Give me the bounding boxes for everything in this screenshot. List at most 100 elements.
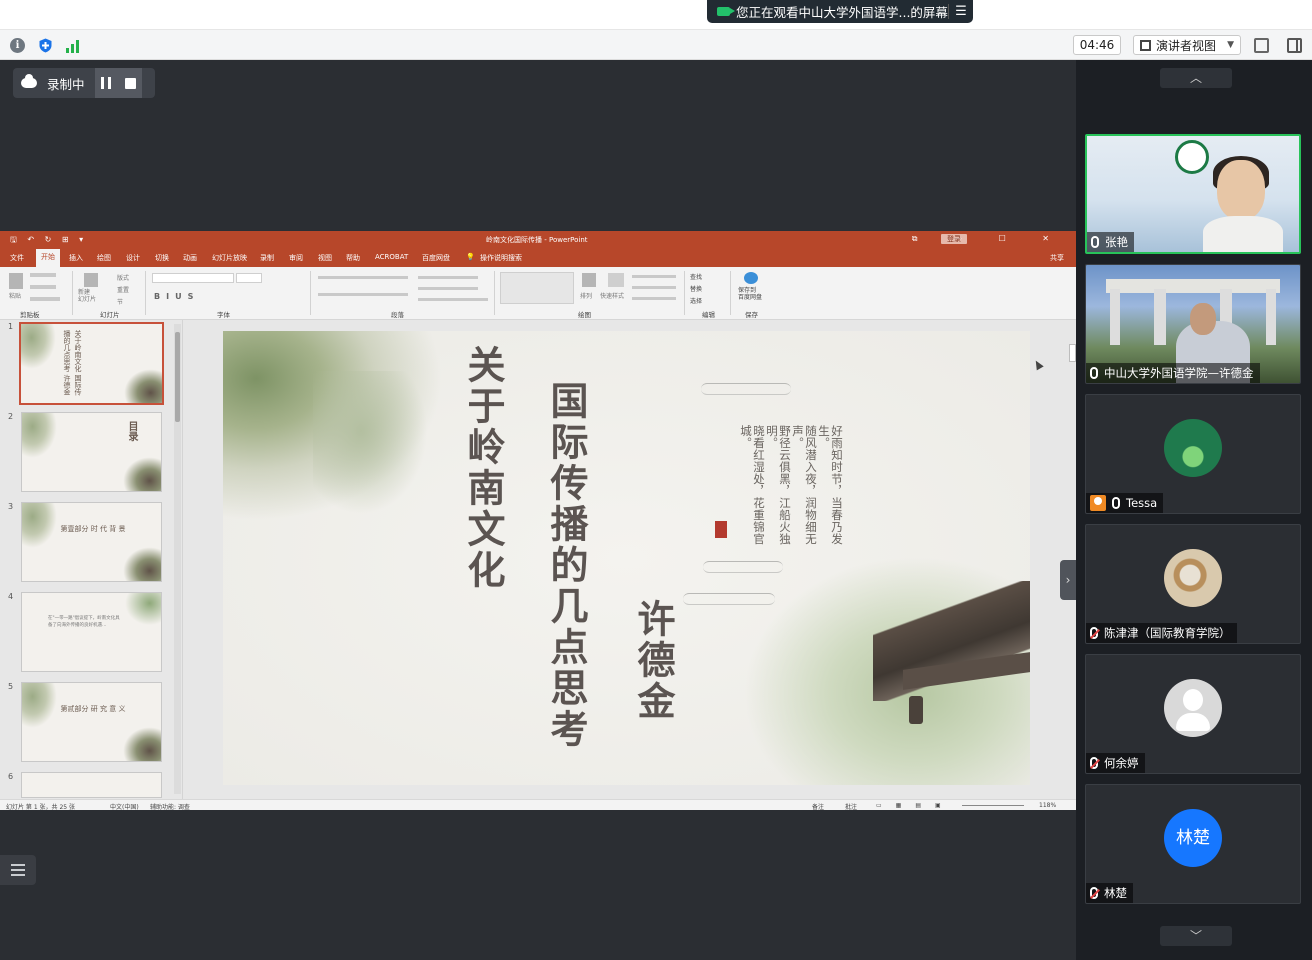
tab-animations[interactable]: 动画 [183, 253, 197, 263]
roof-image [123, 727, 161, 761]
format-painter-button[interactable] [30, 297, 60, 301]
accessibility-indicator[interactable]: 辅助功能: 调查 [150, 802, 190, 810]
poem-line: 晓看红湿处，花重锦官城。 [739, 425, 766, 545]
font-size-box[interactable] [236, 273, 262, 283]
shape-effects-button[interactable] [632, 297, 676, 300]
participant-name: 陈津津（国际教育学院） [1104, 626, 1231, 640]
slide-thumbnail-3[interactable]: 第壹部分 时 代 背 景 [21, 502, 162, 582]
share-button[interactable]: 共享 [1050, 253, 1064, 263]
tab-draw[interactable]: 绘图 [97, 253, 111, 263]
smartart-button[interactable] [418, 298, 488, 301]
tab-transitions[interactable]: 切换 [155, 253, 169, 263]
thumbnails-scrollbar[interactable] [174, 324, 181, 794]
pause-recording-button[interactable] [100, 77, 111, 89]
network-signal-icon[interactable] [66, 38, 81, 53]
participant-tile[interactable]: 林楚 林楚 [1085, 784, 1301, 904]
ppt-title-bar: 🖫 ↶ ↻ ⊞ ▾ 岭南文化国际传播 - PowerPoint 登录 ⧉ — ☐… [0, 231, 1076, 247]
tab-slideshow[interactable]: 幻灯片放映 [212, 253, 247, 263]
participant-tile[interactable]: 张艳 [1085, 134, 1301, 254]
quick-access-toolbar[interactable]: 🖫 ↶ ↻ ⊞ ▾ [10, 234, 87, 248]
reset-button[interactable]: 重置 [117, 285, 129, 294]
language-indicator[interactable]: 中文(中国) [110, 802, 139, 810]
text-direction-button[interactable] [418, 276, 478, 279]
slide-author: 许德金 [631, 599, 676, 722]
section-button[interactable]: 节 [117, 297, 123, 306]
fullscreen-icon[interactable] [1254, 38, 1269, 53]
video-camera-icon [717, 7, 735, 16]
participant-name: 张艳 [1105, 235, 1128, 249]
baidu-cloud-icon[interactable] [744, 272, 758, 284]
side-panel-toggle-icon[interactable] [1287, 38, 1302, 53]
zoom-level[interactable]: 118% [1039, 802, 1056, 809]
tab-record[interactable]: 录制 [260, 253, 274, 263]
arrange-label[interactable]: 排列 [580, 291, 592, 300]
tab-home[interactable]: 开始 [36, 249, 60, 267]
slide-thumbnail-5[interactable]: 第贰部分 研 究 意 义 [21, 682, 162, 762]
window-controls[interactable]: ⧉ — ☐ ✕ [912, 234, 1066, 244]
roof-image [124, 369, 162, 403]
view-mode-dropdown[interactable]: 演讲者视图 ▼ [1133, 35, 1241, 55]
participant-tile[interactable]: 陈津津（国际教育学院） [1085, 524, 1301, 644]
select-button[interactable]: 选择 [690, 296, 702, 305]
replace-button[interactable]: 替换 [690, 284, 702, 293]
participant-tile[interactable]: 何余婷 [1085, 654, 1301, 774]
new-slide-icon[interactable] [84, 273, 98, 287]
tab-review[interactable]: 审阅 [289, 253, 303, 263]
participant-tile[interactable]: Tessa [1085, 394, 1301, 514]
save-baidu-label[interactable]: 保存到 百度网盘 [738, 287, 762, 301]
tab-view[interactable]: 视图 [318, 253, 332, 263]
slide-thumbnail-1[interactable]: 关于岭南文化 国际传播的几点思考 许德金 [19, 322, 164, 405]
notes-button[interactable]: 备注 [812, 802, 824, 810]
screen-share-banner[interactable]: 您正在观看中山大学外国语学...的屏幕 ☰ [707, 0, 973, 23]
thumbnail-title: 目录 [126, 421, 137, 441]
willow-image [22, 503, 57, 548]
slide-thumbnail-4[interactable]: 在"一带一路"倡议提下，岭南文化具备了向海外传播的良好机遇… [21, 592, 162, 672]
slide-thumbnail-2[interactable]: 目录 [21, 412, 162, 492]
participant-tile[interactable]: 中山大学外国语学院—许德金 [1085, 264, 1301, 384]
find-button[interactable]: 查找 [690, 272, 702, 281]
arrange-icon[interactable] [582, 273, 596, 287]
security-shield-icon[interactable] [38, 38, 53, 53]
tab-help[interactable]: 帮助 [346, 253, 360, 263]
group-label-slides: 幻灯片 [100, 311, 120, 319]
list-menu-icon[interactable] [0, 855, 36, 885]
ppt-workspace: 1 关于岭南文化 国际传播的几点思考 许德金 2 目录 3 第壹部分 时 代 背… [0, 320, 1076, 799]
participant-name: Tessa [1126, 496, 1158, 510]
zoom-slider[interactable] [962, 805, 1024, 806]
copy-button[interactable] [30, 285, 56, 289]
stop-recording-button[interactable] [124, 77, 136, 89]
participant-name-tag: 何余婷 [1086, 753, 1145, 773]
slide-count: 幻灯片 第 1 张，共 25 张 [6, 804, 75, 810]
quick-styles-label[interactable]: 快速样式 [600, 291, 624, 300]
tab-file[interactable]: 文件 [10, 253, 24, 263]
chevron-down-icon[interactable]: ﹀ [1160, 926, 1232, 946]
shape-fill-button[interactable] [632, 275, 676, 278]
chevron-up-icon[interactable]: ︿ [1160, 68, 1232, 88]
font-format-buttons[interactable]: BIUS [154, 292, 199, 301]
font-family-box[interactable] [152, 273, 234, 283]
align-text-button[interactable] [418, 287, 478, 290]
tab-design[interactable]: 设计 [126, 253, 140, 263]
person-face [1217, 160, 1265, 220]
tab-insert[interactable]: 插入 [69, 253, 83, 263]
shapes-gallery[interactable] [500, 272, 574, 304]
slide-thumbnail-6[interactable] [21, 772, 162, 798]
align-buttons[interactable] [318, 293, 408, 296]
view-buttons[interactable]: ▭▦▤▣ [876, 802, 955, 809]
list-buttons[interactable] [318, 276, 408, 279]
shape-outline-button[interactable] [632, 286, 676, 289]
comments-button[interactable]: 批注 [845, 802, 857, 810]
quick-styles-icon[interactable] [608, 273, 624, 287]
thumbnail-title: 第壹部分 时 代 背 景 [60, 525, 126, 533]
paste-icon[interactable] [9, 273, 23, 289]
tab-acrobat[interactable]: ACROBAT [375, 253, 408, 261]
menu-icon[interactable]: ☰ [949, 4, 973, 19]
info-icon[interactable]: i [10, 38, 25, 53]
tab-baidu[interactable]: 百度网盘 [422, 253, 450, 263]
recording-label: 录制中 [47, 76, 85, 92]
cut-button[interactable] [30, 273, 56, 277]
tell-me-search[interactable]: 操作说明搜索 [480, 253, 522, 263]
layout-button[interactable]: 版式 [117, 273, 129, 282]
microphone-muted-icon [1090, 887, 1098, 899]
chevron-right-icon[interactable]: › [1060, 560, 1076, 600]
